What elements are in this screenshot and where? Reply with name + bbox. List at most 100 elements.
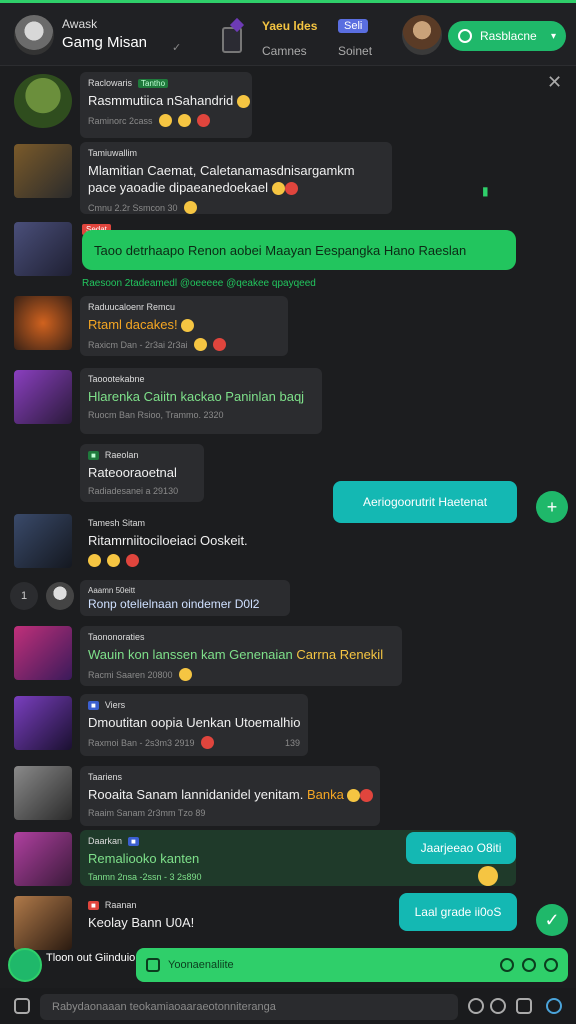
tab-settings[interactable]: Soinet (338, 44, 372, 58)
message-text: Rooaita Sanam lannidanidel yenitam. Bank… (88, 787, 374, 803)
compose-bar: Tloon out Giinduio Yoonaenaliite (0, 946, 576, 986)
avatar[interactable] (14, 370, 72, 424)
message-caption: Raesoon 2tadeamedl @oeeeee @qeakee qpayq… (82, 278, 316, 289)
outgoing-message[interactable]: Aeriogoorutrit Haetenat (333, 481, 517, 523)
search-input[interactable]: Rabydaonaaan teokamiaoaaraeotonniteranga (40, 994, 458, 1020)
avatar[interactable] (14, 696, 72, 750)
action-button[interactable]: Rasblacne ▾ (448, 21, 566, 51)
action-button-label: Rasblacne (480, 29, 537, 43)
share-icon[interactable] (546, 998, 562, 1014)
avatar[interactable] (14, 766, 72, 820)
sender-name: Raclowaris (88, 78, 133, 88)
top-bar: Awask Gamg Misan ✓ Yaeu ldes Seli Camnes… (0, 0, 576, 66)
list-item: ■ Viers Dmoutitan oopia Uenkan Utoemalhio… (80, 694, 308, 756)
message-meta: Tanmn 2nsa -2ssn - 3 2s890 (88, 872, 202, 882)
sender-name: Taariens (88, 772, 123, 782)
list-item: Tamesh Sitam Ritamrniitociloeiaci Ooskei… (80, 512, 254, 570)
avatar[interactable] (14, 626, 72, 680)
message-placeholder: Yoonaenaliite (168, 959, 234, 971)
list-item: Aaamn 50eitt Ronp otelielnaan oindemer D… (80, 580, 290, 616)
message-text: Keolay Bann U0A! (88, 915, 195, 930)
message-text: Rtaml dacakes! (88, 317, 280, 333)
camera-icon[interactable] (14, 998, 30, 1014)
avatar[interactable] (14, 896, 72, 950)
refresh-icon[interactable] (468, 998, 484, 1014)
sender-name: Raduucaloenr Remcu (88, 302, 176, 312)
contact-avatar[interactable] (402, 15, 442, 55)
emoji-icon[interactable] (500, 958, 514, 972)
header-title: Awask (62, 17, 98, 31)
outgoing-message[interactable]: Jaarjeeao O8iti (406, 832, 516, 864)
message-text: Rasmmutiica nSahandrid (88, 93, 250, 109)
list-item: ■ Raeolan Rateooraoetnal Radiadesanei a 2… (80, 444, 204, 502)
emoji-icon (236, 95, 250, 109)
highlighted-message[interactable]: Taoo detrhaapo Renon aobei Maayan Eespan… (82, 230, 516, 270)
pin-icon[interactable]: ▮ (482, 184, 489, 198)
message-text: Hlarenka Caiitn kackao Paninlan baqj (88, 389, 305, 404)
message-text: Ritamrniitociloeiaci Ooskeit. (88, 533, 248, 548)
emoji-icon (183, 201, 197, 215)
reaction-icon[interactable] (478, 866, 498, 886)
sender-name: Tamiuwallim (88, 148, 138, 158)
sender-name: Tamesh Sitam (88, 518, 146, 528)
message-meta: Radiadesanei a 29130 (88, 486, 179, 496)
tab-badge: Seli (338, 19, 369, 33)
unread-count: 1 (10, 582, 38, 610)
message-meta: Cmnu 2.2r Ssmcon 30 (88, 202, 178, 213)
message-meta: Racmi Saaren 20800 (88, 669, 173, 680)
emoji-icon (158, 114, 172, 128)
message-text: Ronp otelielnaan oindemer D0l2 (88, 597, 260, 611)
message-meta: Raxmoi Ban - 2s3m3 2919 (88, 737, 195, 748)
avatar[interactable] (14, 296, 72, 350)
message-text: Wauin kon lanssen kam Genenaian Carrna R… (88, 647, 384, 662)
message-text: Mlamitian Caemat, Caletanamasdnisargamkm (88, 163, 355, 178)
outgoing-message[interactable]: Laal grade ii0oS (399, 893, 517, 931)
list-item: Raclowaris Tantho Rasmmutiica nSahandrid … (80, 72, 252, 138)
sender-name: Viers (104, 700, 126, 710)
list-item: Raduucaloenr Remcu Rtaml dacakes! Raxicm… (80, 296, 288, 356)
tag: Tantho (138, 78, 169, 88)
emoji-icon (177, 114, 191, 128)
menu-icon[interactable] (516, 998, 532, 1014)
message-meta: Raxicm Dan - 2r3ai 2r3ai (88, 339, 188, 350)
list-item: Taononoraties Wauin kon lanssen kam Gene… (80, 626, 402, 686)
gear-icon[interactable] (490, 998, 506, 1014)
avatar[interactable] (14, 514, 72, 568)
sender-name: Aaamn 50eitt (88, 586, 136, 595)
add-button[interactable]: + (536, 491, 568, 523)
message-text-line2: pace yaoadie dipaeanedoekael (88, 180, 384, 196)
message-meta: Ruocm Ban Rsioo, Trammo. 2320 (88, 410, 224, 420)
avatar[interactable] (14, 832, 72, 886)
message-input[interactable]: Yoonaenaliite (136, 948, 568, 982)
gif-icon[interactable] (522, 958, 536, 972)
sender-name: Raanan (104, 900, 137, 910)
verified-icon: ✓ (172, 42, 182, 54)
tab-label[interactable]: Yaeu ldes (262, 19, 317, 33)
compose-label: Tloon out Giinduio (46, 952, 136, 964)
avatar[interactable] (46, 582, 74, 610)
list-item: Taariens Rooaita Sanam lannidanidel yeni… (80, 766, 380, 826)
list-item: Taoootekabne Hlarenka Caiitn kackao Pani… (80, 368, 322, 434)
list-item: ■ Raanan Keolay Bann U0A! (80, 894, 230, 946)
avatar[interactable] (14, 222, 72, 276)
view-count: 139 (284, 737, 300, 748)
avatar[interactable] (14, 74, 72, 128)
sender-name: Taoootekabne (88, 374, 145, 384)
emoji-icon (196, 114, 210, 128)
sender-name: Raeolan (104, 450, 139, 460)
chevron-down-icon: ▾ (550, 30, 556, 42)
message-meta: Raminorc 2cass (88, 115, 153, 126)
sticker-icon[interactable] (544, 958, 558, 972)
sender-name: Taononoraties (88, 632, 145, 642)
send-button[interactable]: ✓ (536, 904, 568, 936)
message-meta: Raaim Sanam 2r3mm Tzo 89 (88, 808, 206, 819)
list-item: Tamiuwallim Mlamitian Caemat, Caletanama… (80, 142, 392, 215)
tab-games[interactable]: Camnes (262, 44, 307, 58)
avatar[interactable] (14, 144, 72, 198)
profile-avatar[interactable] (14, 15, 54, 55)
message-text: Rateooraoetnal (88, 465, 177, 480)
close-icon[interactable]: ✕ (547, 72, 562, 93)
user-avatar[interactable] (8, 948, 42, 982)
attach-icon[interactable] (146, 958, 160, 972)
phone-icon[interactable] (222, 27, 242, 53)
